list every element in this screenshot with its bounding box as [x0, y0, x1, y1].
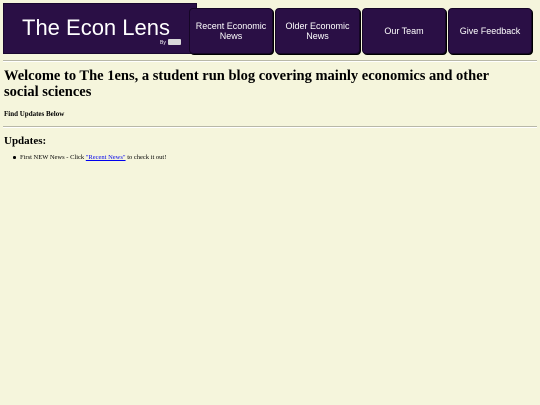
- logo-title: The Econ Lens: [22, 15, 170, 40]
- divider: [3, 126, 537, 128]
- list-item: First NEW News - Click "Recent News" to …: [13, 154, 167, 161]
- page: The Econ Lens By Recent Economic News Ol…: [0, 0, 540, 405]
- updates-list: First NEW News - Click "Recent News" to …: [13, 154, 167, 161]
- nav-our-team-button[interactable]: Our Team: [362, 8, 446, 54]
- site-logo[interactable]: The Econ Lens By: [3, 3, 197, 54]
- divider: [3, 60, 537, 62]
- update-suffix-text: to check it out!: [125, 154, 167, 161]
- nav-button-label: Give Feedback: [459, 26, 521, 36]
- nav-button-label: Our Team: [384, 26, 424, 36]
- nav-recent-economic-news-button[interactable]: Recent Economic News: [189, 8, 273, 54]
- find-updates-text: Find Updates Below: [4, 110, 65, 118]
- site-header: The Econ Lens By Recent Economic News Ol…: [0, 0, 540, 58]
- updates-heading: Updates:: [4, 135, 47, 147]
- nav-button-label: Recent Economic News: [195, 21, 267, 41]
- nav-give-feedback-button[interactable]: Give Feedback: [448, 8, 532, 54]
- welcome-heading: Welcome to The 1ens, a student run blog …: [4, 68, 489, 100]
- recent-news-link[interactable]: "Recent News": [86, 154, 126, 161]
- bullet-icon: [13, 156, 16, 159]
- logo-by-text: By: [160, 40, 166, 46]
- logo-badge-icon: [168, 39, 181, 45]
- nav-button-label: Older Economic News: [285, 21, 350, 41]
- update-prefix-text: First NEW News - Click: [20, 154, 86, 161]
- nav-older-economic-news-button[interactable]: Older Economic News: [275, 8, 360, 54]
